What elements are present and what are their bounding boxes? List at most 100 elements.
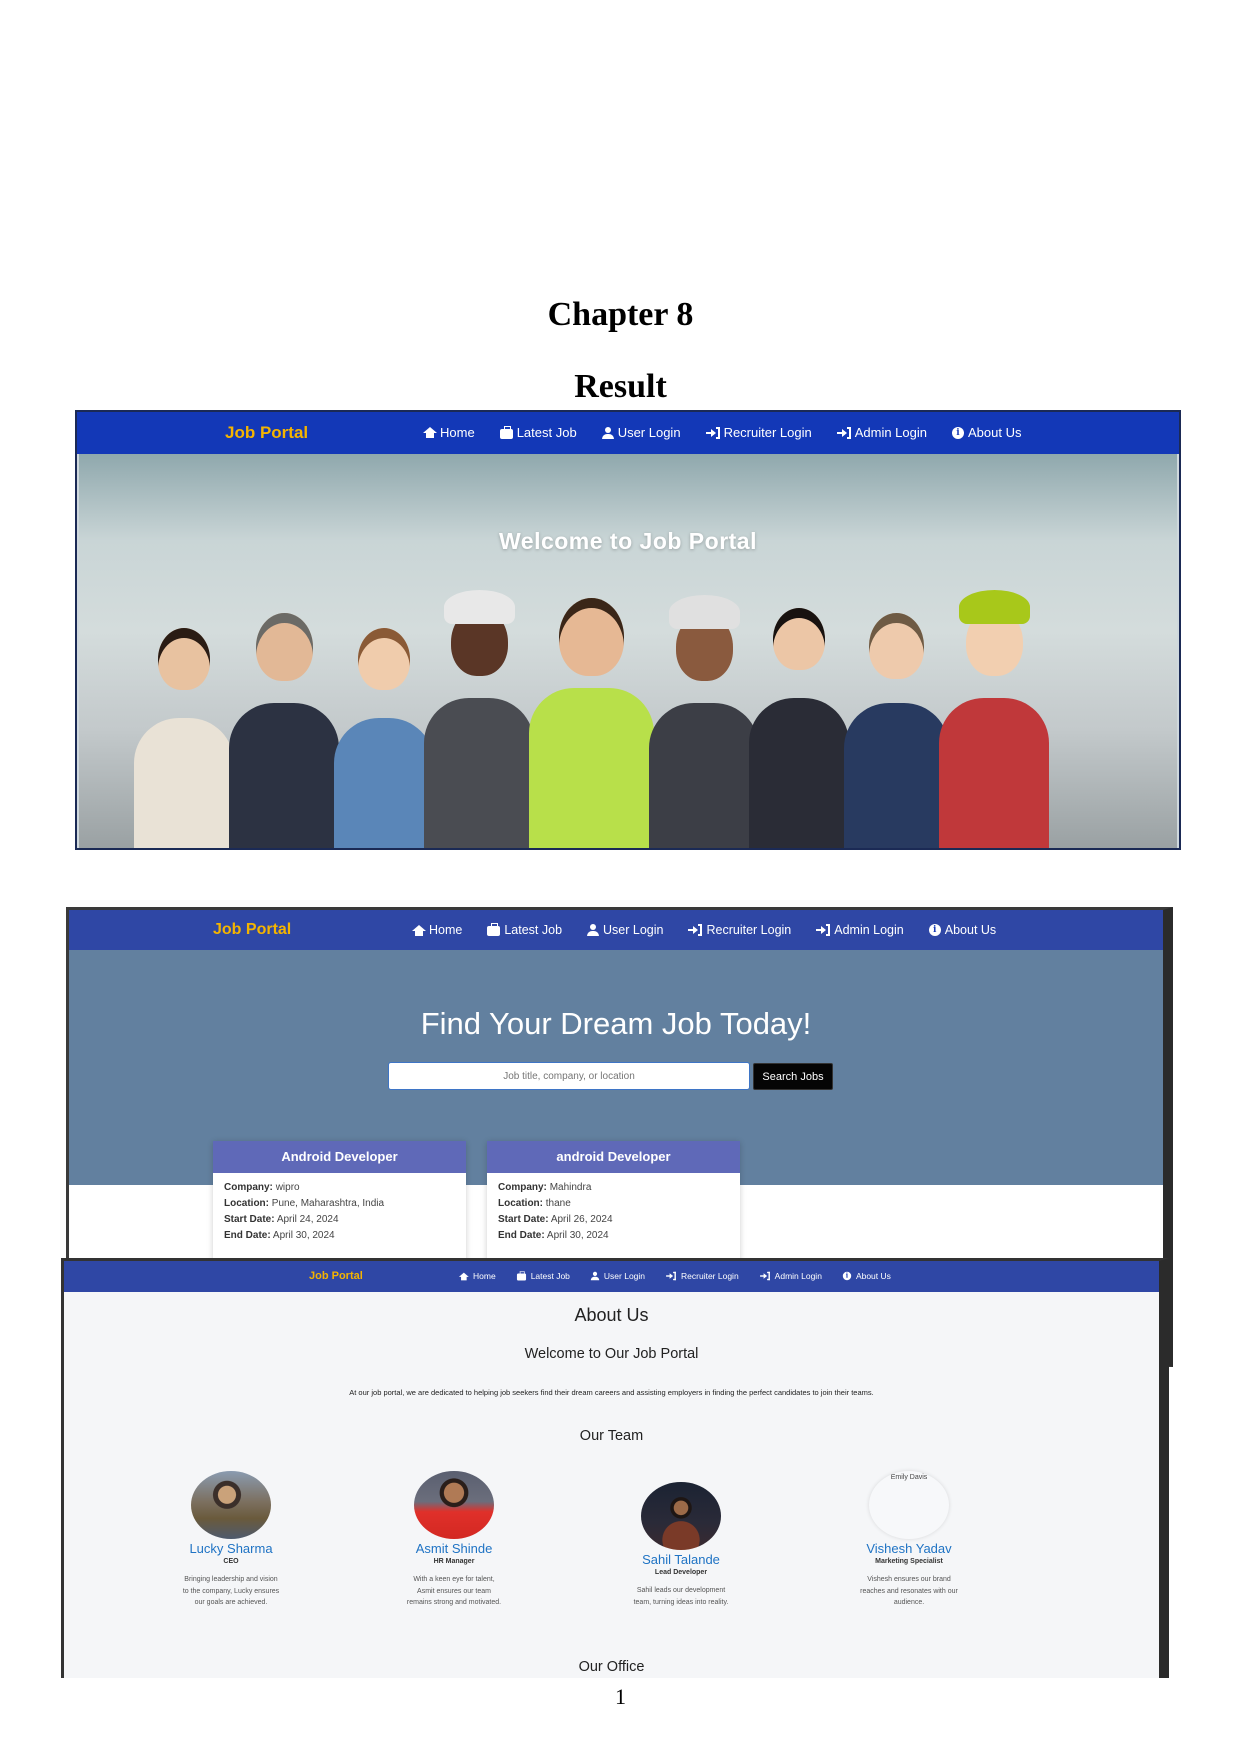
navbar: Job Portal Home Latest Job User Login Re…: [64, 1261, 1159, 1292]
nav-label: Recruiter Login: [706, 923, 792, 937]
home-icon: [412, 924, 426, 936]
hero-person: [749, 598, 849, 848]
member-bio: Sahil leads our development team, turnin…: [633, 1587, 729, 1606]
job-start-date: Start Date: April 24, 2024: [224, 1214, 339, 1225]
navbar: Job Portal Home Latest Job User Login Re…: [77, 412, 1179, 454]
job-start-date: Start Date: April 26, 2024: [498, 1214, 613, 1225]
brand-logo[interactable]: Job Portal: [213, 921, 291, 939]
job-card[interactable]: Android Developer Company: wipro Locatio…: [213, 1141, 466, 1261]
home-icon: [458, 1272, 469, 1280]
briefcase-icon: [516, 1271, 526, 1281]
sign-in-icon: [705, 426, 720, 439]
about-intro-text: At our job portal, we are dedicated to h…: [349, 1388, 874, 1397]
nav-label: Latest Job: [530, 1271, 570, 1281]
scrollbar[interactable]: [1161, 1271, 1167, 1471]
nav-label: Admin Login: [834, 923, 904, 937]
info-icon: i: [952, 426, 964, 439]
user-icon: [590, 1271, 600, 1281]
chapter-heading: Chapter 8: [547, 296, 694, 333]
scrollbar[interactable]: [1165, 910, 1171, 1270]
nav-latest-job[interactable]: Latest Job: [499, 425, 577, 440]
member-role: Lead Developer: [654, 1569, 708, 1576]
hero-person: [939, 590, 1049, 848]
member-bio: Vishesh ensures our brand reaches and re…: [860, 1576, 958, 1606]
member-name: Asmit Shinde: [415, 1541, 493, 1556]
nav-latest-job[interactable]: Latest Job: [487, 923, 562, 937]
job-company: Company: Mahindra: [498, 1182, 592, 1193]
team-member: Lucky Sharma CEO Bringing leadership and…: [151, 1471, 311, 1609]
nav-home[interactable]: Home: [412, 923, 462, 937]
nav-admin-login[interactable]: Admin Login: [816, 923, 904, 937]
member-role: CEO: [223, 1558, 239, 1565]
home-page-screenshot: Job Portal Home Latest Job User Login Re…: [75, 410, 1181, 850]
sign-in-icon: [836, 426, 851, 439]
job-search-input[interactable]: [388, 1062, 750, 1090]
avatar-alt-text: Emily Davis: [890, 1474, 928, 1481]
nav-label: Recruiter Login: [681, 1271, 739, 1281]
team-member: Asmit Shinde HR Manager With a keen eye …: [374, 1471, 534, 1609]
hero-person: [529, 588, 654, 848]
job-title: Android Developer: [213, 1141, 466, 1173]
search-jobs-button[interactable]: Search Jobs: [753, 1063, 833, 1090]
member-bio: Bringing leadership and vision to the co…: [182, 1576, 280, 1606]
nav-label: User Login: [603, 923, 664, 937]
section-heading: Result: [574, 368, 667, 405]
sign-in-icon: [759, 1271, 770, 1281]
nav-about-us[interactable]: i About Us: [928, 923, 996, 937]
about-page-screenshot: Job Portal Home Latest Job User Login Re…: [61, 1258, 1169, 1678]
nav-user-login[interactable]: User Login: [601, 425, 681, 440]
navbar: Job Portal Home Latest Job User Login Re…: [69, 910, 1163, 950]
hero-person: [649, 595, 759, 848]
nav-label: Home: [473, 1271, 496, 1281]
hero-person: [424, 590, 534, 848]
nav-admin-login[interactable]: Admin Login: [836, 425, 927, 440]
nav-recruiter-login[interactable]: Recruiter Login: [688, 923, 791, 937]
sign-in-icon: [816, 924, 831, 936]
job-company: Company: wipro: [224, 1182, 300, 1193]
job-title: android Developer: [487, 1141, 740, 1173]
nav-about-us[interactable]: i About Us: [952, 425, 1021, 440]
member-role: Marketing Specialist: [875, 1558, 943, 1565]
brand-logo[interactable]: Job Portal: [225, 423, 308, 443]
info-icon: i: [842, 1271, 852, 1281]
nav-user-login[interactable]: User Login: [589, 1270, 645, 1282]
nav-latest-job[interactable]: Latest Job: [515, 1270, 570, 1282]
nav-label: About Us: [855, 1271, 891, 1281]
nav-home[interactable]: Home: [457, 1271, 496, 1282]
nav-admin-login[interactable]: Admin Login: [758, 1270, 822, 1282]
member-bio: With a keen eye for talent, Asmit ensure…: [406, 1576, 502, 1606]
nav-about-us[interactable]: i About Us: [841, 1270, 891, 1282]
nav-recruiter-login[interactable]: Recruiter Login: [664, 1270, 739, 1282]
nav-label: Admin Login: [774, 1271, 822, 1281]
avatar: [641, 1482, 721, 1550]
hero-title: Welcome to Job Portal: [498, 528, 757, 554]
nav-label: Admin Login: [854, 425, 927, 440]
avatar: [191, 1471, 271, 1539]
nav-menu: Home Latest Job User Login Recruiter Log…: [457, 1270, 910, 1282]
nav-label: User Login: [617, 425, 681, 440]
nav-menu: Home Latest Job User Login Recruiter Log…: [423, 425, 1046, 440]
nav-label: Latest Job: [504, 923, 563, 937]
user-icon: [601, 426, 614, 439]
member-name: Sahil Talande: [642, 1552, 720, 1567]
job-card[interactable]: android Developer Company: Mahindra Loca…: [487, 1141, 740, 1261]
job-end-date: End Date: April 30, 2024: [224, 1230, 335, 1241]
member-name: Lucky Sharma: [189, 1541, 273, 1556]
welcome-heading: Welcome to Our Job Portal: [524, 1346, 699, 1362]
nav-recruiter-login[interactable]: Recruiter Login: [705, 425, 812, 440]
nav-label: User Login: [603, 1271, 646, 1281]
nav-user-login[interactable]: User Login: [587, 923, 663, 937]
nav-home[interactable]: Home: [423, 425, 475, 440]
avatar: [414, 1471, 494, 1539]
avatar: Emily Davis: [869, 1471, 949, 1539]
hero-person: [334, 618, 434, 848]
home-icon: [423, 427, 437, 438]
user-icon: [587, 924, 600, 936]
sign-in-icon: [688, 924, 703, 936]
brand-logo[interactable]: Job Portal: [309, 1270, 363, 1282]
page-number: 1: [615, 1684, 626, 1709]
nav-label: Home: [440, 425, 475, 440]
job-end-date: End Date: April 30, 2024: [498, 1230, 609, 1241]
team-member: Emily Davis Vishesh Yadav Marketing Spec…: [829, 1471, 989, 1609]
job-location: Location: thane: [498, 1198, 571, 1209]
